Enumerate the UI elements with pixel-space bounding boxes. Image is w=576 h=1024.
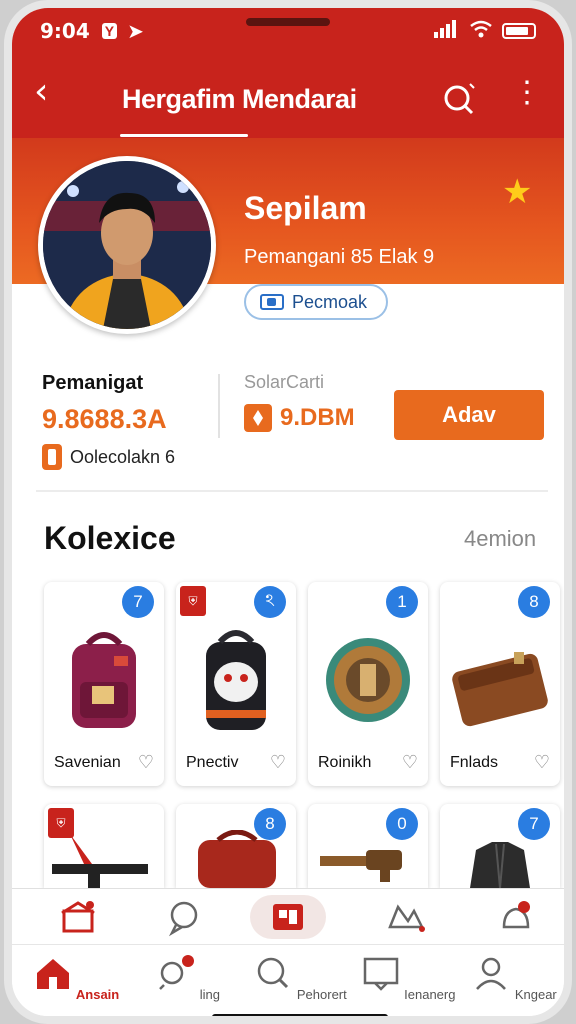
card-badge: ঽ [254, 586, 286, 618]
profile-name: Sepilam [244, 190, 367, 226]
nav-item-explore[interactable]: Pehorert [250, 953, 350, 1002]
signal-icon [434, 19, 460, 43]
rifle-image [52, 834, 148, 888]
status-time: 9:04 [40, 19, 90, 43]
collection-icon [42, 444, 62, 470]
bottom-nav: Ansain ling Pehorert Ienanerg Kngear [12, 944, 564, 1016]
magnifier-icon [258, 957, 289, 989]
stats-foot-label: Oolecolakn 6 [70, 446, 176, 467]
nav-item-search[interactable]: ling [138, 953, 238, 1002]
stats-value-left: 9.8688.3A [42, 404, 167, 434]
card-badge: 0 [386, 808, 418, 840]
collection-card[interactable]: 1 Roinikh ♡ [308, 582, 428, 786]
wifi-icon [470, 20, 492, 43]
battery-icon [502, 23, 536, 39]
blaster-image [320, 850, 402, 882]
more-icon[interactable]: ⋮ [512, 78, 542, 108]
stats-divider [218, 374, 220, 438]
stats-label-left: Pemanigat [42, 372, 144, 394]
card-label: Pnectiv [186, 754, 239, 771]
user-icon [476, 957, 507, 990]
search-icon[interactable] [440, 78, 480, 118]
backpack-image [72, 632, 136, 728]
shop-icon[interactable] [58, 897, 98, 937]
quick-toolbar [12, 888, 564, 944]
collection-card[interactable]: 7 Savenian ♡ [44, 582, 164, 786]
nav-label: Ansain [75, 987, 120, 1002]
home-icon [36, 959, 69, 989]
page-title: Hergafim Mendarai [122, 84, 357, 114]
card-icon [260, 294, 284, 310]
collection-card[interactable]: 8 [176, 804, 296, 888]
bag-image [198, 830, 276, 888]
chat-icon[interactable] [164, 897, 204, 937]
promo-label: Pecmoak [292, 291, 368, 312]
scan-button[interactable] [250, 895, 326, 939]
profile-subtitle: Pemangani 85 Elak 9 [244, 246, 435, 268]
medal-image [326, 638, 410, 722]
sim-badge: Y [101, 23, 118, 39]
star-icon[interactable]: ★ [502, 172, 532, 212]
section-title: Kolexice [44, 520, 176, 556]
heart-icon[interactable]: ♡ [138, 752, 154, 773]
notification-icon[interactable] [496, 897, 536, 937]
title-underline [120, 134, 248, 137]
heart-icon[interactable]: ♡ [402, 752, 418, 773]
nav-item-profile[interactable]: Kngear [464, 953, 564, 1002]
avatar[interactable] [38, 156, 216, 334]
search-icon [159, 955, 195, 990]
nav-label: ling [199, 987, 220, 1002]
card-label: Fnlads [450, 754, 499, 771]
backpack-image [206, 630, 266, 730]
section-divider [36, 490, 548, 492]
wallet-image [452, 652, 548, 727]
collection-card[interactable]: ⛨ [44, 804, 164, 888]
card-badge: 1 [386, 586, 418, 618]
app-header: ‹ Hergafim Mendarai ⋮ [12, 54, 564, 138]
stats-label-mid: SolarCarti [244, 372, 325, 392]
collection-card[interactable]: ⛨ ঽ Pnectiv ♡ [176, 582, 296, 786]
back-arrow-icon[interactable]: ‹ [34, 74, 48, 110]
stats-foot: Oolecolakn 6 [42, 444, 175, 470]
scan-icon [273, 904, 303, 930]
promo-pill[interactable]: Pecmoak [244, 284, 388, 320]
nav-label: Kngear [514, 987, 557, 1002]
nav-label: Pehorert [296, 987, 347, 1002]
stats-value-mid-text: 9.DBM [280, 404, 355, 431]
heart-icon[interactable]: ♡ [534, 752, 550, 773]
collection-card[interactable]: 7 [440, 804, 560, 888]
location-icon: ➤ [127, 19, 144, 43]
message-icon [363, 957, 398, 991]
coin-icon [244, 404, 272, 432]
collection-card[interactable]: 0 [308, 804, 428, 888]
card-label: Roinikh [318, 754, 372, 771]
camera-notch [246, 18, 330, 26]
stats-value-mid: 9.DBM [244, 404, 355, 432]
section-count[interactable]: 4emion [464, 526, 536, 552]
heart-icon[interactable]: ♡ [270, 752, 286, 773]
jacket-image [470, 842, 530, 888]
nav-label: Ienanerg [404, 987, 456, 1002]
status-bar: 9:04 Y ➤ [12, 8, 564, 54]
status-icons-right [434, 19, 536, 43]
card-label: Savenian [54, 754, 121, 771]
card-badge: 8 [518, 586, 550, 618]
collection-card[interactable]: 8 Fnlads ♡ [440, 582, 560, 786]
shield-icon: ⛨ [180, 586, 206, 616]
card-badge: 7 [122, 586, 154, 618]
card-badge: 7 [518, 808, 550, 840]
phone-frame: 9:04 Y ➤ ‹ Hergafim Mendarai ⋮ Sepilam P… [4, 0, 572, 1024]
nav-item-home[interactable]: Ansain [26, 953, 126, 1002]
home-indicator[interactable] [212, 1014, 388, 1016]
nav-item-messages[interactable]: Ienanerg [358, 953, 458, 1002]
action-button[interactable]: Adav [394, 390, 544, 440]
map-icon[interactable] [386, 897, 426, 937]
status-icons-left: Y ➤ [101, 19, 144, 43]
